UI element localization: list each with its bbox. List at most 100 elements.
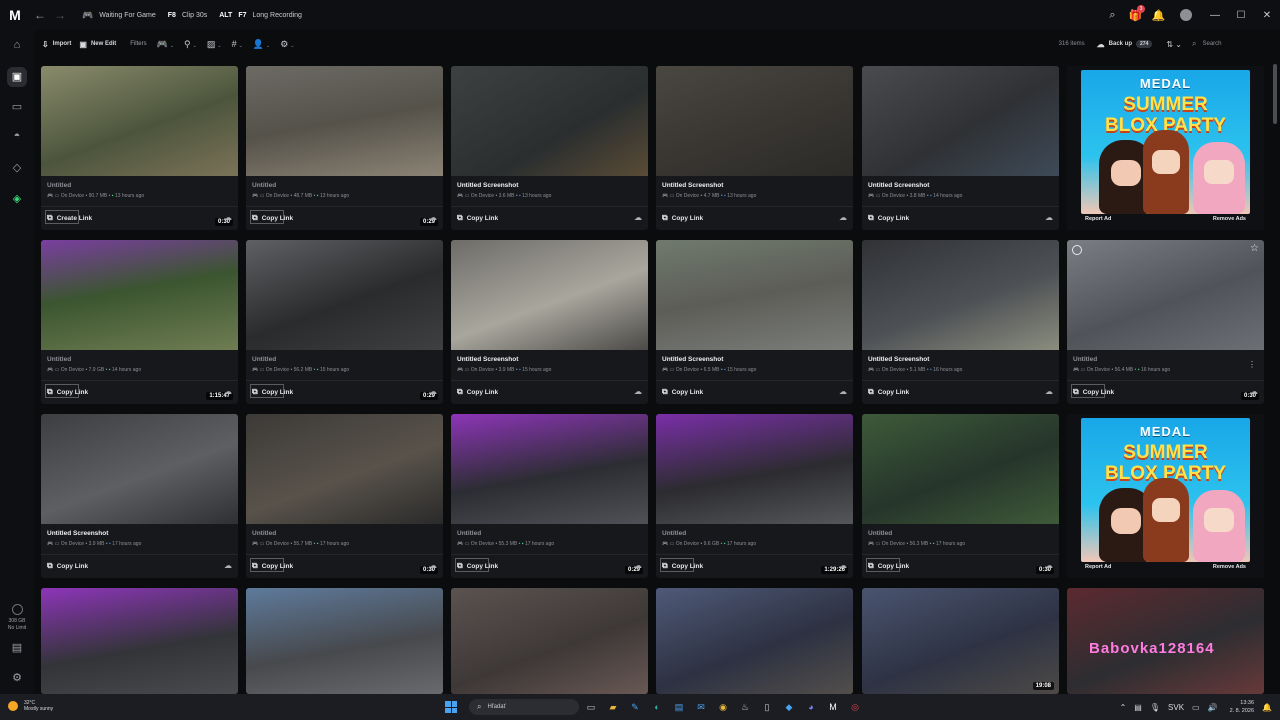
clip-title[interactable]: Untitled — [252, 356, 276, 363]
clip-title[interactable]: Untitled — [47, 182, 71, 189]
discord-icon[interactable]: ◕ — [801, 702, 821, 712]
mail-icon[interactable]: ✉ — [691, 702, 711, 713]
forward-arrow-icon[interactable]: → — [50, 8, 70, 22]
library-icon[interactable]: ▣ — [0, 67, 34, 87]
taskbar-search[interactable]: ⌕ Hľadať — [469, 699, 579, 715]
search-input[interactable]: ⌕ Search — [1192, 36, 1270, 52]
clip-title[interactable]: Untitled — [47, 356, 71, 363]
cloud-upload-icon[interactable]: ☁ — [839, 387, 847, 396]
clip-thumbnail[interactable] — [451, 414, 648, 524]
create-link-button[interactable]: ⧉ Create Link — [47, 213, 92, 223]
clip-thumbnail[interactable] — [246, 414, 443, 524]
clip-thumbnail[interactable] — [246, 588, 443, 694]
chrome-icon[interactable]: ◉ — [713, 702, 733, 713]
clip-title[interactable]: Untitled Screenshot — [47, 530, 108, 537]
games-icon[interactable]: ◓ — [0, 130, 34, 142]
language-indicator[interactable]: SVK — [1168, 703, 1184, 712]
storage-indicator[interactable]: 308 GB No Limit — [0, 604, 34, 632]
tray-chevron-icon[interactable]: ⌃ — [1120, 703, 1127, 712]
medal-premium-icon[interactable]: ◈ — [0, 192, 34, 205]
scrollbar[interactable] — [1270, 58, 1280, 694]
new-edit-button[interactable]: ▣ New Edit — [79, 40, 116, 49]
clock[interactable]: 13:36 2. 8. 2026 — [1230, 699, 1254, 715]
clip-thumbnail[interactable] — [451, 588, 648, 694]
notification-icon[interactable]: 🔔 — [1262, 703, 1272, 712]
home-icon[interactable]: ⌂ — [0, 39, 34, 51]
filter-tag-dropdown[interactable]: # ⌄ — [232, 39, 243, 49]
network-icon[interactable]: ▭ — [1192, 703, 1200, 712]
cloud-upload-icon[interactable]: ☁ — [634, 387, 642, 396]
copy-link-button[interactable]: ⧉ Copy Link — [457, 213, 498, 223]
clip-thumbnail[interactable] — [656, 66, 853, 176]
import-button[interactable]: ⇩ Import — [42, 40, 71, 49]
report-ad-link[interactable]: Report Ad — [1085, 216, 1111, 222]
clip-title[interactable]: Untitled — [662, 530, 686, 537]
weather-widget[interactable]: 32°C Mostly sunny — [8, 700, 53, 712]
clip-title[interactable]: Untitled — [252, 182, 276, 189]
clip-title[interactable]: Untitled Screenshot — [662, 356, 723, 363]
clip-thumbnail[interactable] — [862, 66, 1059, 176]
volume-icon[interactable]: 🔊 — [1208, 703, 1218, 712]
clip-card[interactable] — [656, 588, 853, 694]
folder-icon[interactable]: ▭ — [0, 100, 34, 113]
clip-card[interactable]: 0:29 Untitled 🎮 ▭ On Device • 56.2 MB • ▪ … — [246, 240, 443, 404]
task-view-icon[interactable]: ▭ — [581, 702, 601, 713]
clip-title[interactable]: Untitled — [252, 530, 276, 537]
medal-taskbar-icon[interactable]: M — [823, 702, 843, 712]
windows-start-icon[interactable] — [445, 701, 457, 713]
cloud-upload-icon[interactable]: ☁ — [1250, 387, 1258, 396]
clip-card[interactable]: Untitled Screenshot 🎮 ▭ On Device • 4.7 M… — [656, 66, 853, 230]
clip-card[interactable]: 1:29:26 Untitled 🎮 ▭ On Device • 9.6 GB • … — [656, 414, 853, 578]
epic-icon[interactable]: ▯ — [757, 702, 777, 713]
scrollbar-thumb[interactable] — [1273, 64, 1277, 124]
clip-thumbnail[interactable] — [41, 588, 238, 694]
filter-media-dropdown[interactable]: ▨ ⌄ — [207, 39, 222, 50]
copy-link-button[interactable]: ⧉ Copy Link — [868, 387, 909, 397]
clip-title[interactable]: Untitled Screenshot — [457, 356, 518, 363]
clip-thumbnail[interactable] — [41, 66, 238, 176]
recording-app-icon[interactable]: ◎ — [845, 702, 865, 713]
clip-card[interactable] — [41, 588, 238, 694]
copy-link-button[interactable]: ⧉ Copy Link — [252, 561, 293, 571]
clip-title[interactable]: Untitled Screenshot — [457, 182, 518, 189]
more-options-icon[interactable]: ⋮ — [1248, 360, 1256, 369]
avatar[interactable] — [1180, 9, 1192, 21]
filter-game-dropdown[interactable]: 🎮 ⌄ — [157, 39, 174, 50]
clip-card[interactable]: Babovka128164 — [1067, 588, 1264, 694]
cloud-upload-icon[interactable]: ☁ — [1045, 213, 1053, 222]
copy-link-button[interactable]: ⧉ Copy Link — [868, 213, 909, 223]
search-icon[interactable]: ⌕ — [1101, 9, 1124, 22]
maximize-icon[interactable]: ☐ — [1228, 10, 1254, 21]
file-explorer-icon[interactable]: ▰ — [603, 702, 623, 713]
report-ad-link[interactable]: Report Ad — [1085, 564, 1111, 570]
settings-gear-icon[interactable]: ⚙ — [0, 671, 34, 684]
clip-title[interactable]: Untitled — [1073, 356, 1097, 363]
clip-title[interactable]: Untitled Screenshot — [662, 182, 723, 189]
clip-card[interactable]: Untitled Screenshot 🎮 ▭ On Device • 3.9 M… — [451, 240, 648, 404]
copy-link-button[interactable]: ⧉ Copy Link — [47, 387, 88, 397]
sort-dropdown[interactable]: ⇅ ⌄ — [1166, 40, 1182, 49]
filter-location-dropdown[interactable]: ⚲ ⌄ — [184, 39, 197, 50]
cloud-upload-icon[interactable]: ☁ — [634, 213, 642, 222]
backup-button[interactable]: ☁ Back up 274 — [1097, 40, 1153, 49]
clip-thumbnail[interactable] — [451, 240, 648, 350]
filter-settings-dropdown[interactable]: ⚙ ⌄ — [280, 39, 294, 50]
store-icon[interactable]: ▤ — [669, 702, 689, 713]
copy-link-button[interactable]: ⧉ Copy Link — [662, 213, 703, 223]
diamond-icon[interactable]: ◇ — [0, 161, 34, 174]
clip-card[interactable]: 0:29 Untitled 🎮 ▭ On Device • 55.3 MB • ▪ … — [451, 414, 648, 578]
filter-user-dropdown[interactable]: 👤 ⌄ — [253, 39, 270, 50]
clip-thumbnail[interactable] — [862, 240, 1059, 350]
tray-mic-icon[interactable]: 🎙 — [1150, 703, 1160, 712]
chat-icon[interactable]: ▤ — [0, 641, 34, 654]
clip-thumbnail[interactable] — [246, 240, 443, 350]
medal-logo-icon[interactable]: M — [0, 0, 30, 30]
back-arrow-icon[interactable]: ← — [30, 8, 50, 22]
favorite-star-icon[interactable]: ☆ — [1250, 243, 1259, 254]
copy-link-button[interactable]: ⧉ Copy Link — [47, 561, 88, 571]
clip-card[interactable] — [451, 588, 648, 694]
cloud-upload-icon[interactable]: ☁ — [429, 561, 437, 570]
clip-card[interactable]: Untitled Screenshot 🎮 ▭ On Device • 3.8 M… — [862, 66, 1059, 230]
cloud-upload-icon[interactable]: ☁ — [429, 213, 437, 222]
cloud-upload-icon[interactable]: ☁ — [839, 213, 847, 222]
